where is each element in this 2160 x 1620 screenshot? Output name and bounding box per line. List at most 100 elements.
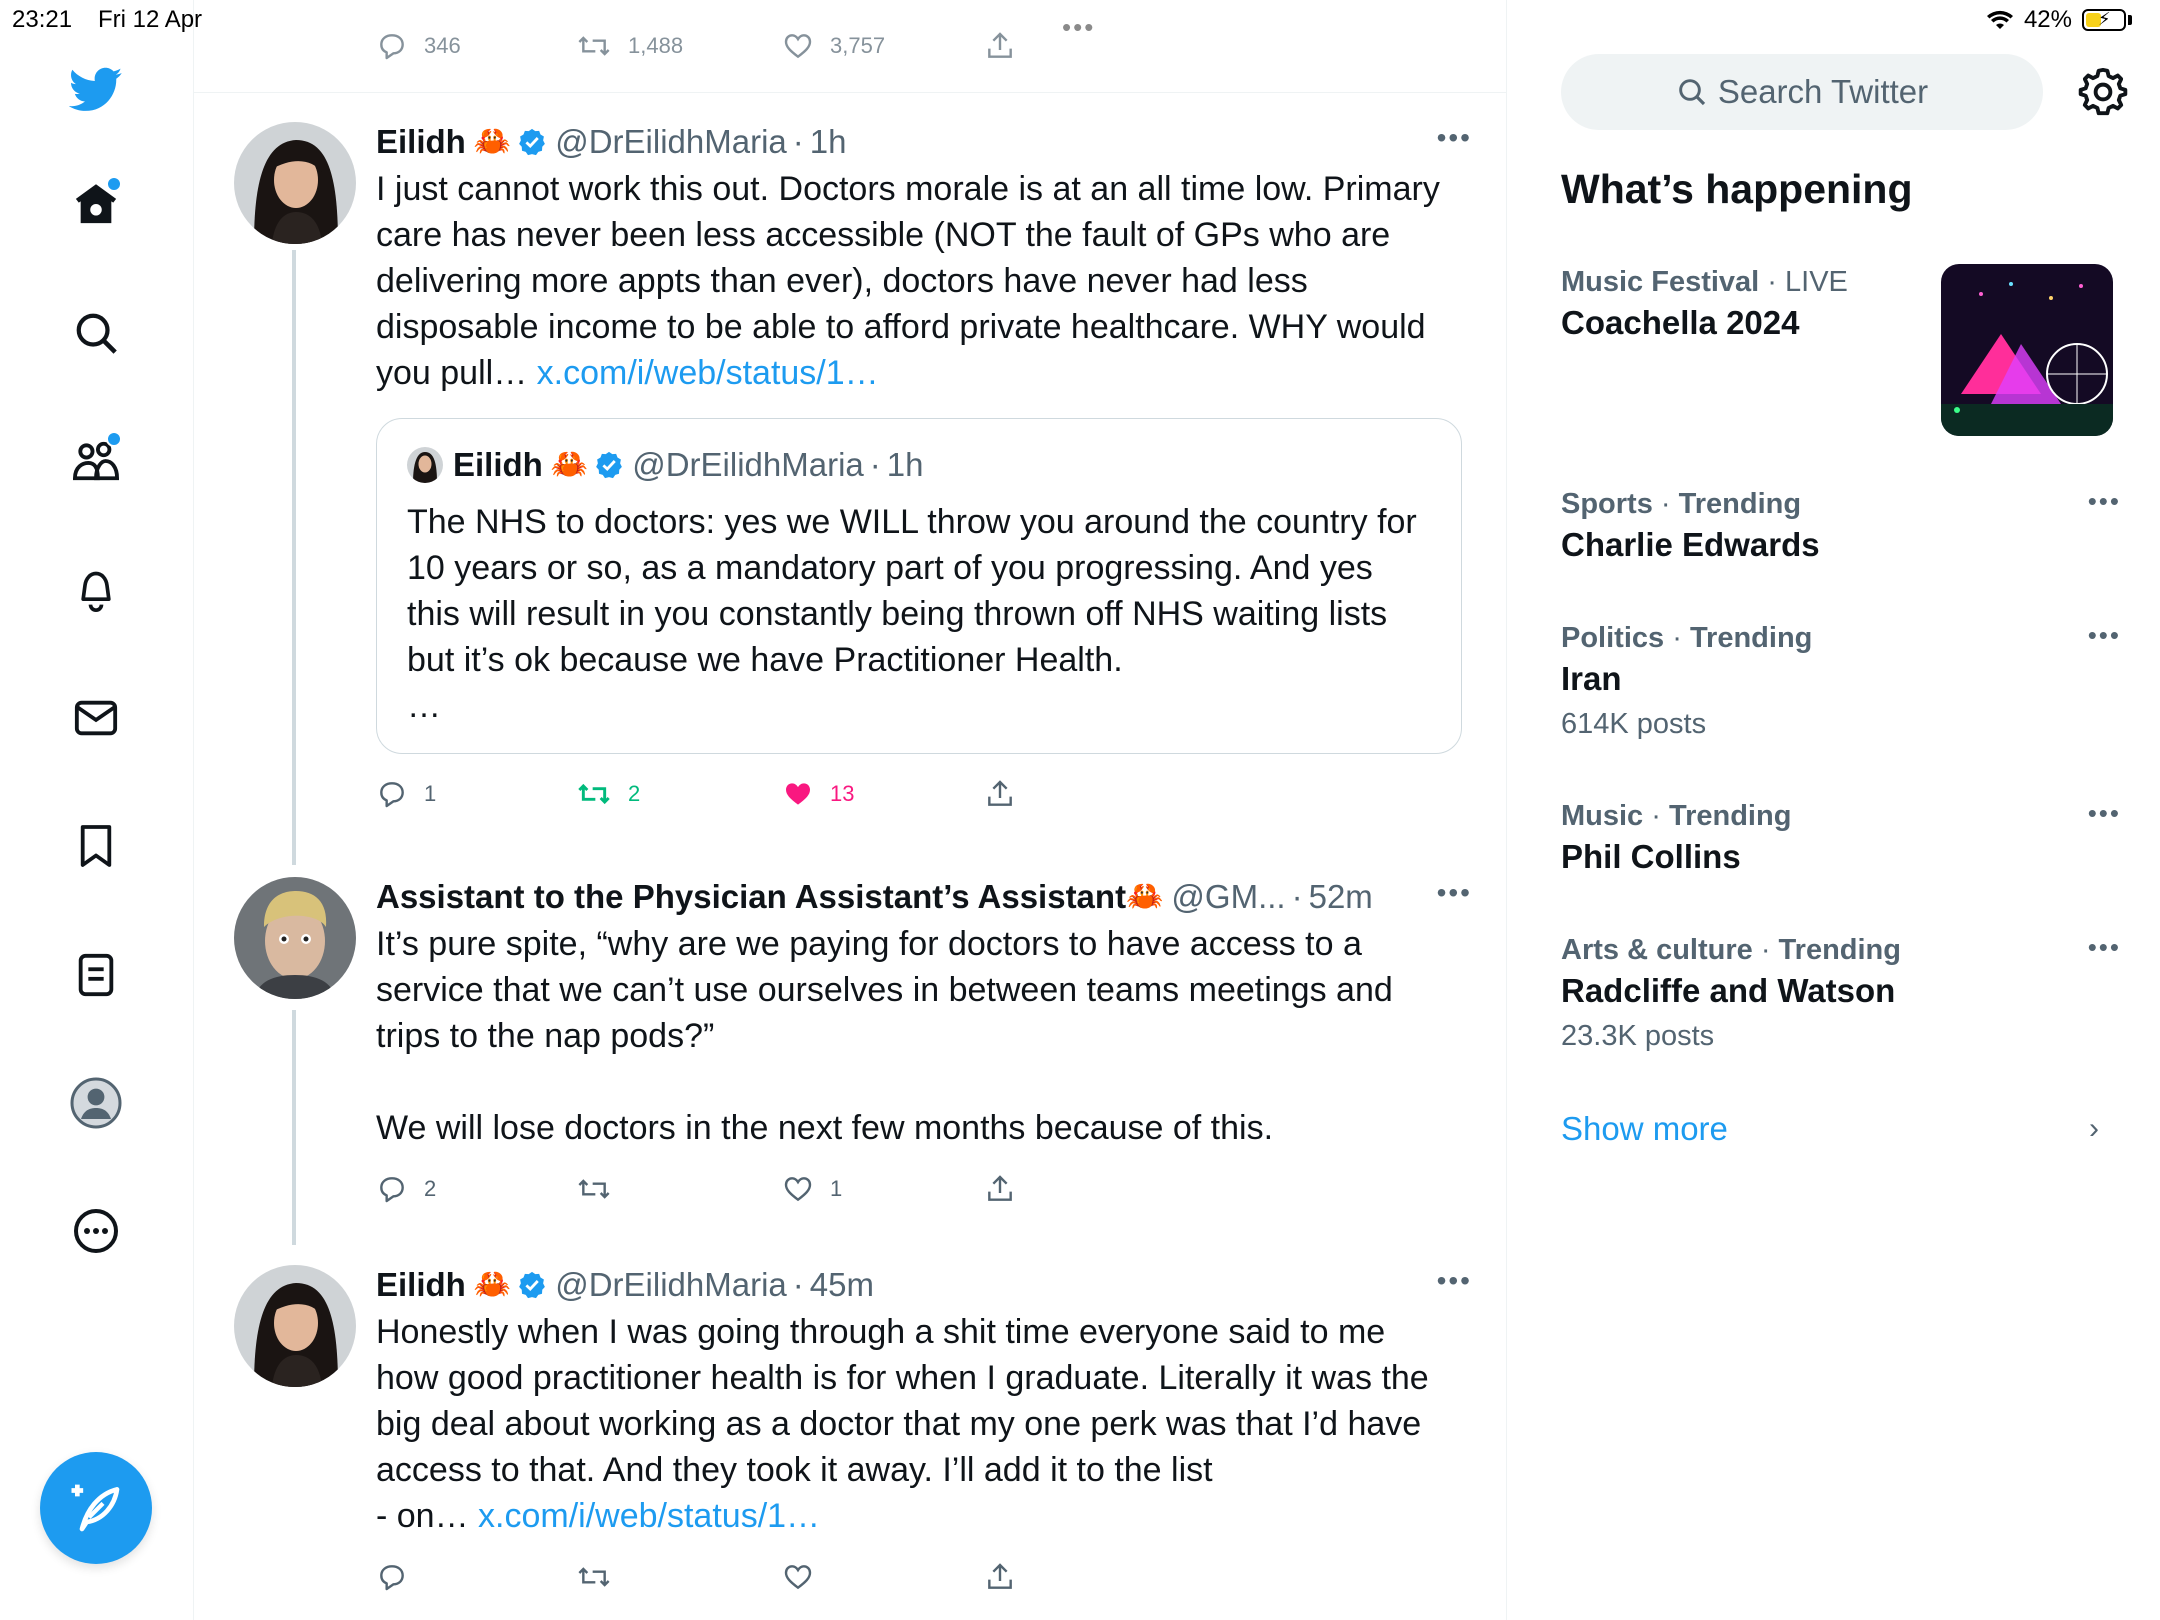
battery-percent: 42% [2023, 6, 2072, 33]
crab-emoji: 🦀 [473, 125, 512, 158]
compose-tweet-button[interactable] [40, 1452, 152, 1564]
more-options-icon[interactable]: ••• [1437, 1265, 1472, 1297]
like-button[interactable] [782, 1561, 984, 1593]
author-name[interactable]: Eilidh [376, 1265, 466, 1305]
liked-heart-icon [786, 783, 810, 805]
more-icon[interactable] [66, 1201, 126, 1261]
more-options-icon[interactable]: ••• [1437, 877, 1472, 909]
crab-emoji: 🦀 [1126, 880, 1164, 913]
tweet-link[interactable]: x.com/i/web/status/1… [478, 1497, 820, 1535]
reply-button[interactable] [376, 1561, 576, 1593]
retweet-icon [578, 1179, 610, 1199]
tweet-text: Honestly when I was going through a shit… [376, 1313, 1429, 1535]
trend-item[interactable]: Politics · Trending Iran 614K posts ••• [1561, 620, 2121, 746]
trend-category: Music [1561, 800, 1644, 832]
trend-category: Arts & culture [1561, 934, 1753, 966]
quote-tweet[interactable]: Eilidh 🦀 @DrEilidhMaria · 1h The NHS to … [376, 418, 1462, 754]
reply-count: 2 [424, 1176, 437, 1201]
trend-item[interactable]: Arts & culture · Trending Radcliffe and … [1561, 932, 2121, 1058]
retweet-button[interactable] [576, 1561, 782, 1593]
trend-status: Trending [1778, 934, 1901, 966]
avatar[interactable] [234, 1265, 356, 1387]
lists-icon[interactable] [66, 945, 126, 1005]
status-bar: 23:21 Fri 12 Apr ••• 42% ⚡ [0, 0, 2160, 42]
like-button[interactable]: 1 [782, 1173, 984, 1205]
twitter-logo-icon[interactable] [66, 60, 126, 120]
reply-button[interactable]: 1 [376, 778, 576, 810]
trend-name: Phil Collins [1561, 838, 1741, 875]
show-more-link[interactable]: Show more [1561, 1110, 1728, 1148]
trend-category: Music Festival [1561, 266, 1760, 298]
tweet-time[interactable]: 1h [810, 122, 847, 162]
author-handle[interactable]: @DrEilidhMaria [555, 122, 787, 162]
battery-icon: ⚡ [2082, 9, 2126, 31]
quoted-author-name: Eilidh [453, 446, 543, 483]
tweet-time[interactable]: 45m [810, 1265, 874, 1305]
trend-item[interactable]: Sports · Trending Charlie Edwards ••• [1561, 486, 2121, 568]
share-button[interactable] [984, 778, 1032, 810]
author-handle[interactable]: @DrEilidhMaria [555, 1265, 787, 1305]
search-icon [1679, 79, 1705, 106]
thread-line [292, 250, 296, 865]
tweet-link[interactable]: x.com/i/web/status/1… [537, 354, 879, 392]
tweet-text: I just cannot work this out. Doctors mor… [376, 170, 1450, 392]
author-handle[interactable]: @GM... [1171, 877, 1285, 917]
more-options-icon[interactable]: ••• [1437, 122, 1472, 154]
quoted-author-handle: @DrEilidhMaria [632, 446, 864, 483]
trend-more-options-icon[interactable]: ••• [2088, 486, 2121, 517]
reply-icon [380, 782, 404, 808]
trend-name: Iran [1561, 660, 1622, 697]
settings-gear-icon[interactable] [2077, 66, 2129, 118]
search-icon[interactable] [66, 303, 126, 363]
status-time: 23:21 [12, 6, 73, 33]
trend-more-options-icon[interactable]: ••• [2088, 798, 2121, 829]
like-button[interactable]: 13 [782, 778, 984, 810]
search-input[interactable]: Search Twitter [1561, 54, 2043, 130]
avatar[interactable] [234, 122, 356, 244]
reply-button[interactable]: 2 [376, 1173, 576, 1205]
compose-icon [71, 1484, 120, 1532]
share-icon [988, 1563, 1012, 1589]
author-name[interactable]: Assistant to the Physician Assistant’s A… [376, 877, 1126, 917]
tweet-text: It’s pure spite, “why are we paying for … [376, 925, 1393, 1147]
like-count: 1 [830, 1176, 843, 1201]
trend-status: LIVE [1785, 266, 1848, 298]
wifi-icon [1986, 10, 2013, 29]
search-placeholder: Search Twitter [1717, 73, 1929, 110]
like-icon [784, 1177, 812, 1202]
share-button[interactable] [984, 1561, 1032, 1593]
retweet-button[interactable] [576, 1173, 782, 1205]
like-icon [784, 1565, 812, 1590]
share-icon [988, 780, 1012, 806]
trend-more-options-icon[interactable]: ••• [2088, 620, 2121, 651]
share-button[interactable] [984, 1173, 1032, 1205]
avatar [407, 447, 443, 483]
trend-name: Charlie Edwards [1561, 526, 1820, 563]
crab-emoji: 🦀 [473, 1268, 512, 1301]
trend-status: Trending [1668, 800, 1792, 832]
trend-status: Trending [1689, 622, 1813, 654]
profile-icon[interactable] [66, 1073, 126, 1133]
trend-thumbnail[interactable] [1941, 264, 2113, 436]
share-icon [988, 1175, 1012, 1201]
multitasking-dots-icon[interactable]: ••• [1062, 12, 1095, 43]
trend-item[interactable]: Music · Trending Phil Collins ••• [1561, 798, 2121, 880]
reply-icon [380, 1565, 404, 1591]
communities-icon[interactable] [66, 431, 126, 491]
avatar[interactable] [234, 877, 356, 999]
thread-line [292, 1010, 296, 1245]
tweet-time[interactable]: 52m [1309, 877, 1373, 917]
trend-more-options-icon[interactable]: ••• [2088, 932, 2121, 963]
quoted-tweet-time: 1h [886, 446, 924, 483]
reply-icon [380, 1177, 404, 1203]
chevron-right-icon[interactable]: › [2089, 1112, 2099, 1146]
retweet-button[interactable]: 2 [576, 778, 782, 810]
messages-icon[interactable] [66, 688, 126, 748]
author-name[interactable]: Eilidh [376, 122, 466, 162]
home-icon[interactable] [66, 174, 126, 234]
bookmarks-icon[interactable] [66, 816, 126, 876]
left-nav [0, 0, 194, 1620]
retweet-icon [578, 783, 610, 805]
notifications-icon[interactable] [66, 560, 126, 620]
retweet-count: 2 [628, 781, 641, 806]
